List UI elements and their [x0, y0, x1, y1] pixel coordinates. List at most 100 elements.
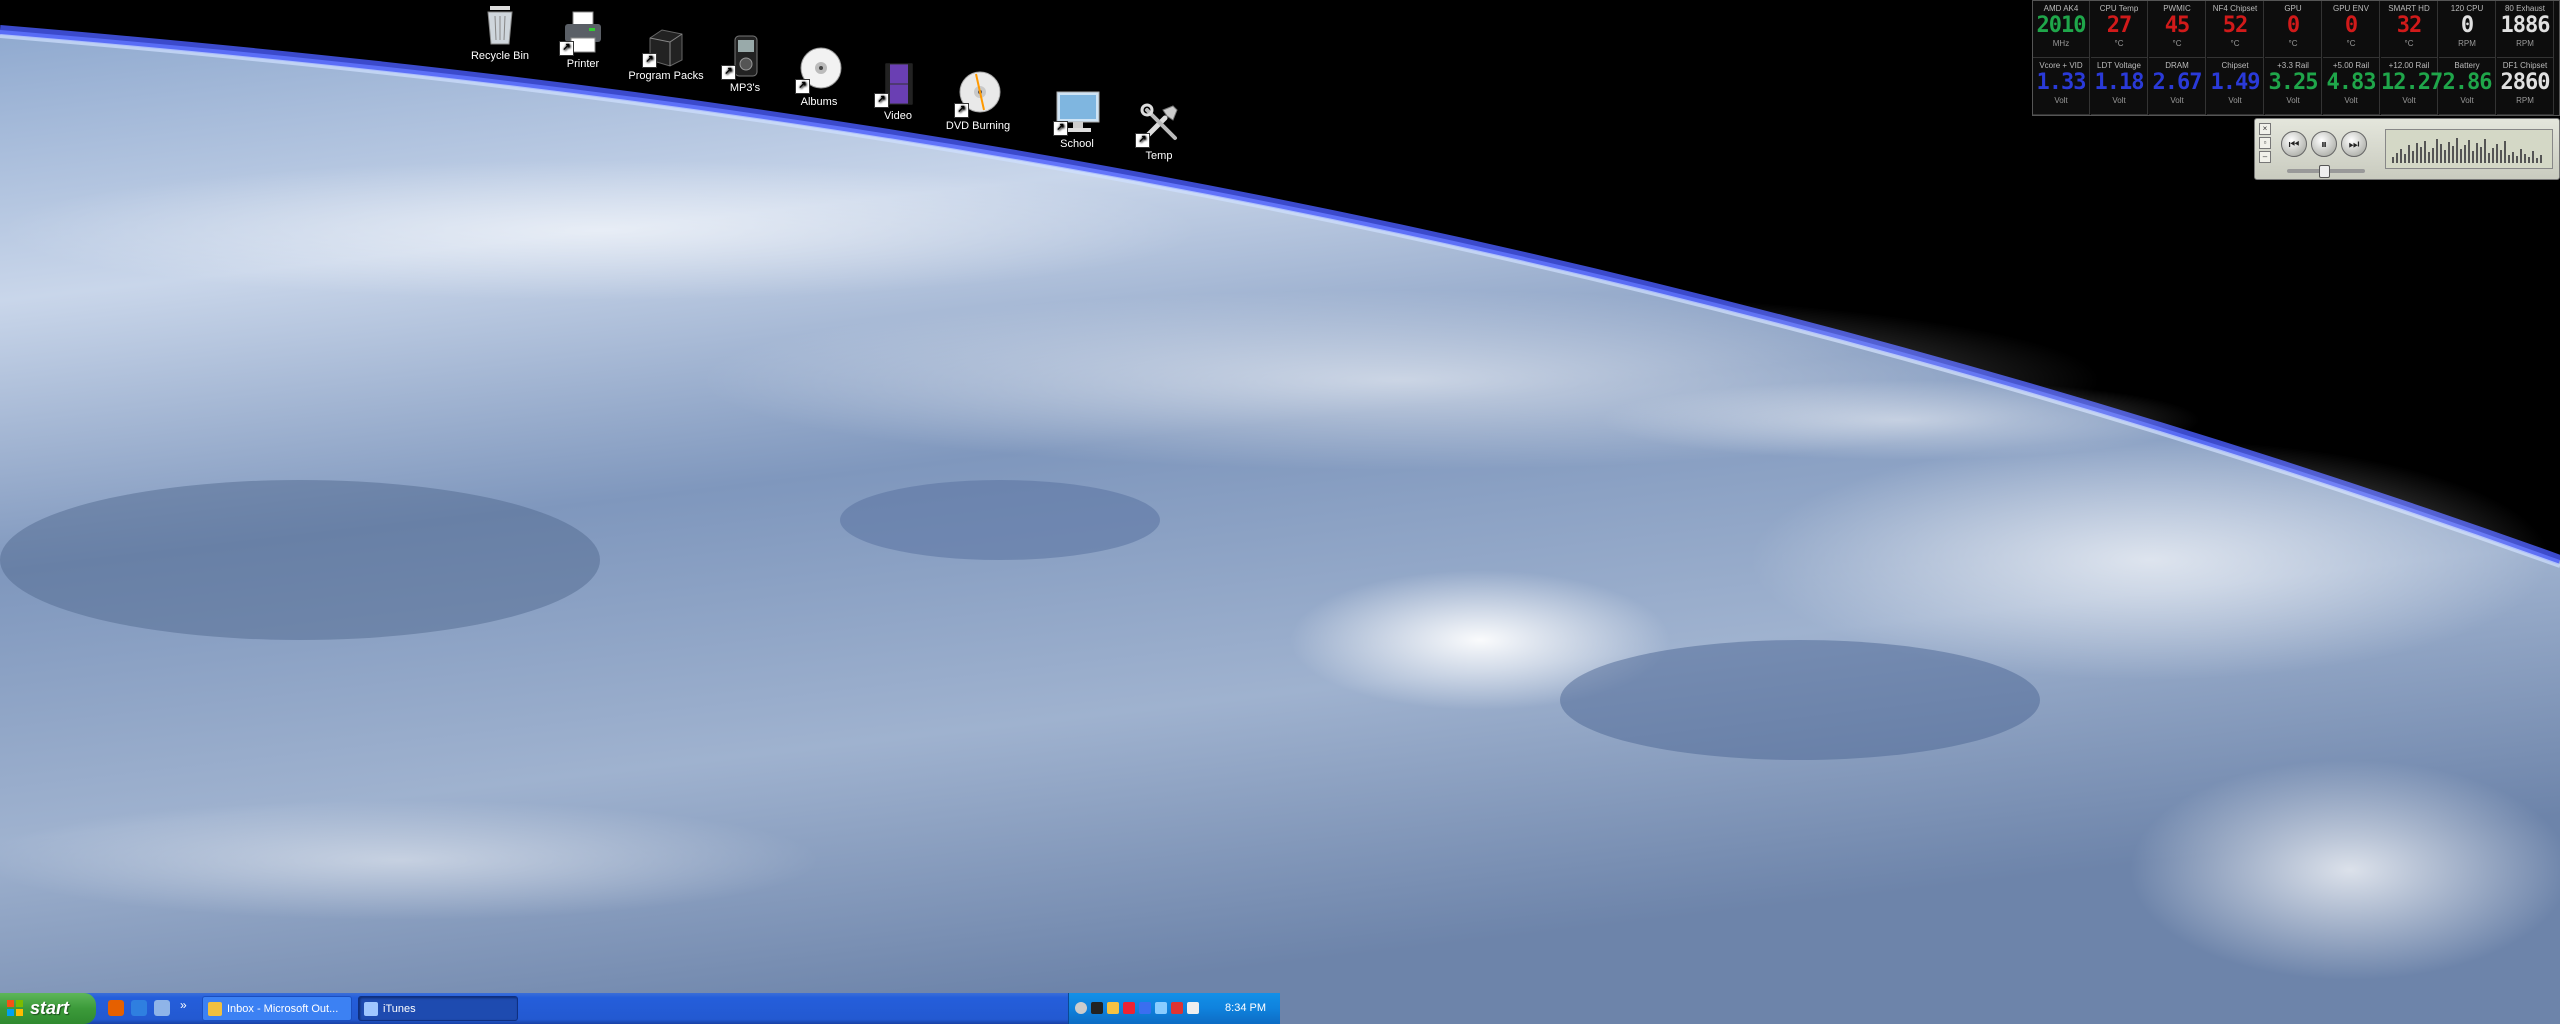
monitor-cell: 120 CPU 0 RPM — [2439, 1, 2496, 58]
desktop-icon-school[interactable]: ↗ School — [1032, 88, 1122, 151]
volume-slider[interactable] — [2287, 165, 2365, 178]
visualizer-bar — [2496, 144, 2498, 163]
shortcut-arrow-icon: ↗ — [795, 79, 810, 94]
system-tray: 8:34 PM — [1068, 993, 1280, 1024]
desktop-wallpaper — [0, 0, 2560, 1024]
visualizer-bar — [2404, 154, 2406, 163]
desktop-icon-video[interactable]: ↗ Video — [853, 60, 943, 123]
monitor-cell-title: Chipset — [2221, 61, 2249, 70]
quick-launch-expand[interactable]: » — [180, 998, 187, 1012]
monitor-cell-value: 52 — [2222, 13, 2249, 38]
monitor-cell-unit: °C — [2172, 39, 2182, 48]
monitor-cell: Vcore + VID 1.33 Volt — [2033, 58, 2090, 115]
pause-button[interactable]: ⏸ — [2311, 131, 2337, 157]
monitor-cell: +3.3 Rail 3.25 Volt — [2265, 58, 2322, 115]
monitor-cell-value: 1886 — [2500, 13, 2551, 38]
monitor-cell-title: GPU — [2284, 4, 2302, 13]
monitor-cell-unit: Volt — [2112, 96, 2126, 105]
monitor-cell-title: PWMIC — [2163, 4, 2191, 13]
monitor-cell-unit: Volt — [2054, 96, 2068, 105]
visualizer-bar — [2412, 151, 2414, 163]
visualizer-bar — [2392, 157, 2394, 163]
calendar-icon[interactable] — [1123, 1002, 1135, 1014]
visualizer-bar — [2468, 140, 2470, 163]
monitor-cell-value: 12.27 — [2381, 70, 2443, 95]
visualizer-bar — [2500, 150, 2502, 163]
visualizer-bar — [2432, 148, 2434, 163]
ie-icon[interactable] — [131, 1000, 147, 1016]
monitor-cell: Chipset 1.49 Volt — [2207, 58, 2264, 115]
shield-icon[interactable] — [1139, 1002, 1151, 1014]
monitor-cell-unit: Volt — [2344, 96, 2358, 105]
desktop-icon-label: Printer — [566, 58, 600, 70]
monitor-cell-unit: Volt — [2228, 96, 2242, 105]
taskbar-window-outlook[interactable]: Inbox - Microsoft Out... — [202, 996, 352, 1021]
monitor-cell-unit: RPM — [2516, 39, 2534, 48]
visualizer-bar — [2428, 152, 2430, 163]
monitor-cell-value: 45 — [2164, 13, 2191, 38]
taskbar-window-itunes[interactable]: iTunes — [358, 996, 518, 1021]
monitor-cell-unit: °C — [2288, 39, 2298, 48]
network-icon[interactable] — [1155, 1002, 1167, 1014]
speaker-icon[interactable] — [1075, 1002, 1087, 1014]
visualizer-bar — [2532, 151, 2534, 163]
visualizer-bar — [2420, 147, 2422, 163]
shortcut-arrow-icon: ↗ — [559, 41, 574, 56]
dvd-disc-icon: ↗ — [954, 70, 1002, 118]
java-icon[interactable] — [1187, 1002, 1199, 1014]
previous-track-button[interactable]: ⏮ — [2281, 131, 2307, 157]
monitor-cell-unit: °C — [2230, 39, 2240, 48]
printer-icon: ↗ — [559, 8, 607, 56]
desktop-icon-albums[interactable]: ↗ Albums — [774, 46, 864, 109]
desktop-icon-recycle-bin[interactable]: Recycle Bin — [455, 0, 545, 63]
visualizer-bar — [2484, 139, 2486, 163]
visualizer-bar — [2408, 145, 2410, 163]
visualizer-bar — [2528, 157, 2530, 163]
antivirus-icon[interactable] — [1091, 1002, 1103, 1014]
monitor-cell-title: NF4 Chipset — [2212, 4, 2258, 13]
monitor-cell-unit: Volt — [2402, 96, 2416, 105]
desktop-icon-program-packs[interactable]: ↗ Program Packs — [621, 20, 711, 83]
visualizer-bar — [2480, 147, 2482, 163]
flag-icon[interactable] — [1171, 1002, 1183, 1014]
desktop-icon-temp[interactable]: ↗ Temp — [1114, 100, 1204, 163]
shortcut-arrow-icon: ↗ — [642, 53, 657, 68]
visualizer-bar — [2476, 143, 2478, 163]
monitor-cell: NF4 Chipset 52 °C — [2207, 1, 2264, 58]
next-track-button[interactable]: ⏭ — [2341, 131, 2367, 157]
close-icon[interactable]: × — [2259, 123, 2271, 135]
visualizer-bar — [2488, 153, 2490, 163]
monitor-cell-value: 2.67 — [2152, 70, 2203, 95]
visualizer-bar — [2520, 149, 2522, 163]
media-icon[interactable] — [154, 1000, 170, 1016]
clock[interactable]: 8:34 PM — [1225, 993, 1266, 1024]
monitor-cell-value: 0 — [2460, 13, 2474, 38]
volume-slider-knob[interactable] — [2318, 165, 2330, 178]
start-button[interactable]: start — [0, 993, 96, 1024]
monitor-cell-value: 1.49 — [2210, 70, 2261, 95]
restore-icon[interactable]: ▫ — [2259, 137, 2271, 149]
desktop-icon-printer[interactable]: ↗ Printer — [538, 8, 628, 71]
desktop-icon-label: DVD Burning — [945, 120, 1011, 132]
mp3-player-icon: ↗ — [721, 32, 769, 80]
monitor-cell-unit: RPM — [2458, 39, 2476, 48]
monitor-cell: +5.00 Rail 4.83 Volt — [2323, 58, 2380, 115]
desktop-icon-dvd-burning[interactable]: ↗ DVD Burning — [933, 70, 1023, 133]
clock-sync-icon[interactable] — [1107, 1002, 1119, 1014]
monitor-cell-unit: °C — [2404, 39, 2414, 48]
monitor-cell-value: 0 — [2286, 13, 2300, 38]
minimize-icon[interactable]: – — [2259, 151, 2271, 163]
firefox-icon[interactable] — [108, 1000, 124, 1016]
monitor-cell: Battery 2.86 Volt — [2439, 58, 2496, 115]
desktop-icon-label: Recycle Bin — [470, 50, 530, 62]
taskbar-window-label: Inbox - Microsoft Out... — [227, 1003, 339, 1015]
outlook-icon — [208, 1002, 222, 1016]
monitor-cell-unit: °C — [2346, 39, 2356, 48]
monitor-cell-title: +12.00 Rail — [2388, 61, 2430, 70]
monitor-cell-title: Vcore + VID — [2039, 61, 2083, 70]
audio-visualizer — [2385, 129, 2553, 169]
visualizer-bar — [2536, 158, 2538, 163]
monitor-cell-title: GPU ENV — [2332, 4, 2369, 13]
monitor-cell-unit: MHz — [2052, 39, 2070, 48]
visualizer-bar — [2440, 144, 2442, 163]
